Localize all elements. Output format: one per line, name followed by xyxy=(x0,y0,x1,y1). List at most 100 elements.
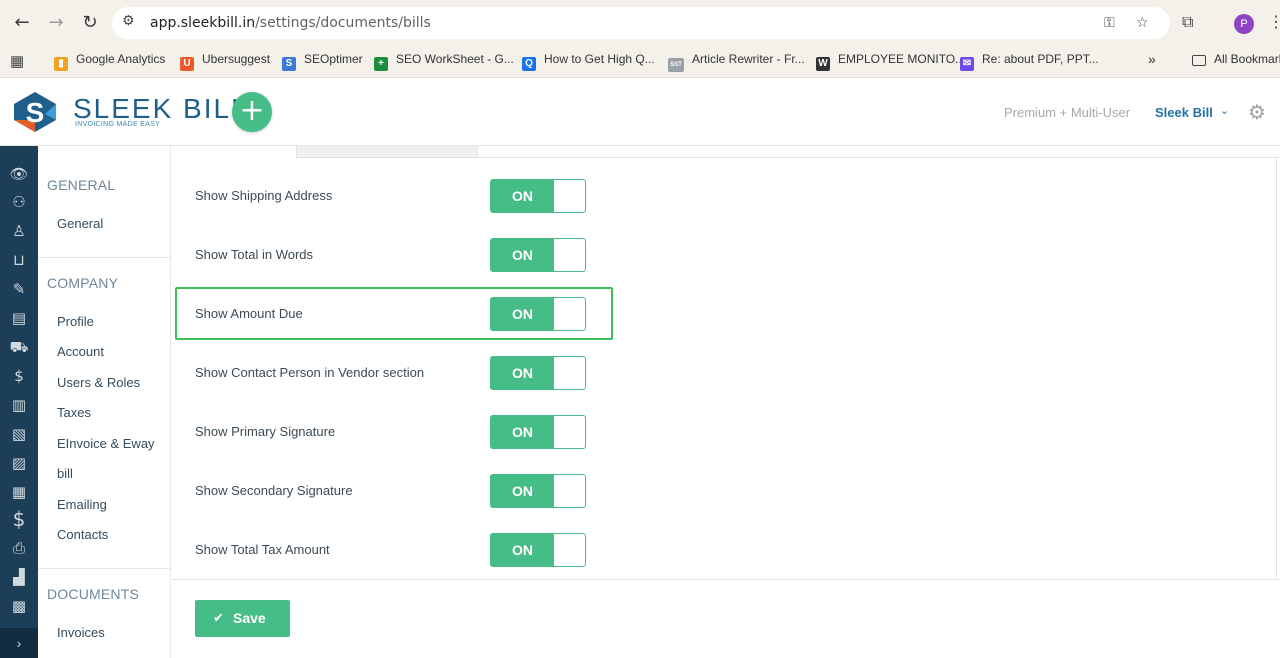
bookmark-label: Article Rewriter - Fr... xyxy=(692,52,805,66)
bookmark-favicon-icon: Q xyxy=(522,57,536,71)
sidebar-item-bill[interactable]: bill xyxy=(57,466,73,481)
users-icon[interactable]: ⚇ xyxy=(8,191,30,213)
toggle-primary-signature[interactable]: ON xyxy=(490,415,586,449)
gear-icon[interactable]: ⚙ xyxy=(1248,100,1266,124)
bookmark-favicon-icon: + xyxy=(374,57,388,71)
bookmark-item[interactable]: + SEO WorkSheet - G... xyxy=(374,46,514,78)
bookmark-label: SEO WorkSheet - G... xyxy=(396,52,514,66)
setting-row-contact-person: Show Contact Person in Vendor section ON xyxy=(172,353,622,393)
save-button[interactable]: ✔ Save xyxy=(195,600,290,637)
invoice-icon[interactable]: ▧ xyxy=(8,423,30,445)
sidebar-item-emailing[interactable]: Emailing xyxy=(57,497,107,512)
document-icon[interactable]: ▤ xyxy=(8,307,30,329)
eye-icon[interactable]: 👁 xyxy=(8,163,30,185)
sidebar-item-einvoice-eway[interactable]: EInvoice & Eway xyxy=(57,436,155,451)
bookmark-favicon-icon: ▮ xyxy=(54,57,68,71)
more-bookmarks-chevron[interactable]: » xyxy=(1148,46,1156,78)
toggle-knob xyxy=(555,180,585,212)
toggle-contact-person[interactable]: ON xyxy=(490,356,586,390)
address-bar[interactable]: ⚙ app.sleekbill.in/settings/documents/bi… xyxy=(112,7,1170,39)
setting-label: Show Total in Words xyxy=(195,247,314,262)
sidebar-item-users-roles[interactable]: Users & Roles xyxy=(57,375,140,390)
bookmark-item[interactable]: ✉ Re: about PDF, PPT... xyxy=(960,46,1099,78)
sidebar-item-general[interactable]: General xyxy=(57,216,103,231)
logo-tagline: INVOICING MADE EASY xyxy=(75,121,161,128)
sidebar-item-invoices[interactable]: Invoices xyxy=(57,625,105,640)
url-text[interactable]: app.sleekbill.in/settings/documents/bill… xyxy=(150,15,431,31)
add-new-button[interactable]: + xyxy=(232,92,272,132)
save-button-label: Save xyxy=(233,610,266,626)
toggle-total-in-words[interactable]: ON xyxy=(490,238,586,272)
toggle-knob xyxy=(555,475,585,507)
toggle-knob xyxy=(555,357,585,389)
section-divider xyxy=(38,568,171,569)
apps-grid-icon[interactable]: ▦ xyxy=(10,52,24,70)
app-header: S SLEEK BILL INVOICING MADE EASY + Premi… xyxy=(0,78,1280,146)
settings-tabs xyxy=(172,146,1280,158)
toggle-knob xyxy=(555,416,585,448)
basket-icon[interactable]: ⊔ xyxy=(8,249,30,271)
setting-row-total-tax-amount: Show Total Tax Amount ON xyxy=(172,530,622,570)
dollar-icon[interactable]: $ xyxy=(8,508,30,530)
section-divider xyxy=(38,257,171,258)
bookmark-favicon-icon: S xyxy=(282,57,296,71)
content-border xyxy=(1276,158,1277,578)
reports-icon[interactable]: ▩ xyxy=(8,595,30,617)
bookmark-favicon-icon: SST xyxy=(668,58,684,72)
toggle-total-tax-amount[interactable]: ON xyxy=(490,533,586,567)
bookmark-label: How to Get High Q... xyxy=(544,52,655,66)
bookmark-item[interactable]: ▮ Google Analytics xyxy=(54,46,165,78)
bookmark-label: Re: about PDF, PPT... xyxy=(982,52,1099,66)
site-settings-icon[interactable]: ⚙ xyxy=(122,13,135,29)
section-company: COMPANY xyxy=(47,275,119,291)
bookmark-item[interactable]: SST Article Rewriter - Fr... xyxy=(668,46,805,78)
chart-icon[interactable]: ▟ xyxy=(8,566,30,588)
back-arrow-icon[interactable]: ← xyxy=(10,11,34,35)
tab-active[interactable] xyxy=(172,146,296,158)
all-bookmarks-label: All Bookmarks xyxy=(1214,52,1280,66)
company-switcher[interactable]: Sleek Bill xyxy=(1155,105,1213,120)
sidebar-item-contacts[interactable]: Contacts xyxy=(57,527,108,542)
bookmark-item[interactable]: S SEOptimer xyxy=(282,46,363,78)
toggle-state: ON xyxy=(491,357,554,389)
setting-label: Show Contact Person in Vendor section xyxy=(195,365,425,380)
extensions-icon[interactable]: ⧉ xyxy=(1182,12,1193,32)
edit-document-icon[interactable]: ✎ xyxy=(8,278,30,300)
printer-icon[interactable]: ⎙ xyxy=(8,537,30,559)
receipt-icon[interactable]: ▥ xyxy=(8,394,30,416)
bookmarks-bar: ▦ ▮ Google Analytics U Ubersuggest S SEOptime… xyxy=(0,46,1280,78)
setting-row-shipping-address: Show Shipping Address ON xyxy=(172,176,622,216)
bookmark-label: EMPLOYEE MONITO... xyxy=(838,52,966,66)
toggle-shipping-address[interactable]: ON xyxy=(490,179,586,213)
sidebar-item-profile[interactable]: Profile xyxy=(57,314,94,329)
toggle-secondary-signature[interactable]: ON xyxy=(490,474,586,508)
bookmark-item[interactable]: Q How to Get High Q... xyxy=(522,46,655,78)
dollar-document-icon[interactable]: $ xyxy=(8,365,30,387)
browser-menu-icon[interactable]: ⋮ xyxy=(1268,12,1280,32)
sidebar-item-account[interactable]: Account xyxy=(57,344,104,359)
bookmark-label: SEOptimer xyxy=(304,52,363,66)
browser-toolbar: ← → ↻ ⚙ app.sleekbill.in/settings/docume… xyxy=(0,0,1280,46)
bookmark-item[interactable]: U Ubersuggest xyxy=(180,46,270,78)
expand-chevron-icon[interactable]: › xyxy=(0,628,38,658)
chevron-down-icon[interactable]: ⌄ xyxy=(1220,104,1229,117)
all-bookmarks-folder[interactable]: All Bookmarks xyxy=(1192,46,1280,78)
sleek-bill-logo-icon[interactable]: S xyxy=(10,90,60,134)
truck-icon[interactable]: ⛟ xyxy=(8,336,30,358)
calculator-icon[interactable]: ▦ xyxy=(8,481,30,503)
star-icon[interactable]: ☆ xyxy=(1136,15,1149,31)
check-icon: ✔ xyxy=(213,611,224,626)
tab-baseline xyxy=(478,157,1280,158)
forward-arrow-icon[interactable]: → xyxy=(44,11,68,35)
bookmark-item[interactable]: W EMPLOYEE MONITO... xyxy=(816,46,965,78)
profile-avatar[interactable]: P xyxy=(1234,14,1254,34)
setting-row-primary-signature: Show Primary Signature ON xyxy=(172,412,622,452)
sidebar-item-taxes[interactable]: Taxes xyxy=(57,405,91,420)
user-icon[interactable]: ♙ xyxy=(8,220,30,242)
clipboard-icon[interactable]: ▨ xyxy=(8,452,30,474)
key-icon[interactable]: ⚿ xyxy=(1104,15,1115,31)
toggle-state: ON xyxy=(491,239,554,271)
reload-icon[interactable]: ↻ xyxy=(78,11,102,35)
toggle-state: ON xyxy=(491,534,554,566)
tab-inactive[interactable] xyxy=(296,146,478,158)
